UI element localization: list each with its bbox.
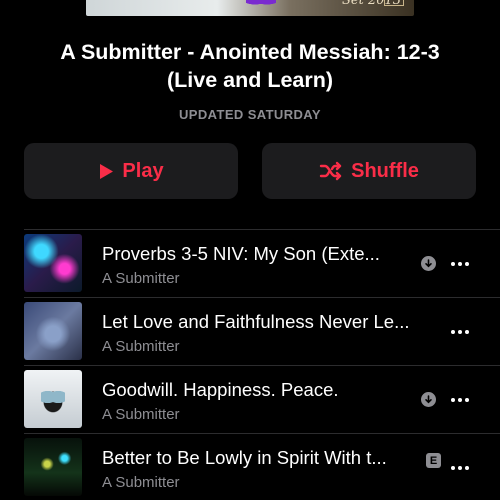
playlist-title: A Submitter - Anointed Messiah: 12-3 (Li… — [20, 38, 480, 94]
track-title: Let Love and Faithfulness Never Le... — [102, 311, 410, 332]
track-title: Goodwill. Happiness. Peace. — [102, 379, 339, 400]
track-row[interactable]: Proverbs 3-5 NIV: My Son (Exte... A Subm… — [24, 230, 500, 297]
track-row[interactable]: Better to Be Lowly in Spirit With t... A… — [24, 434, 500, 500]
track-title: Proverbs 3-5 NIV: My Son (Exte... — [102, 243, 380, 264]
track-artist: A Submitter — [102, 474, 180, 491]
play-icon — [98, 163, 114, 180]
butterfly-image — [246, 0, 276, 8]
track-row[interactable]: Goodwill. Happiness. Peace. A Submitter — [24, 366, 500, 433]
shuffle-button[interactable]: Shuffle — [262, 143, 476, 199]
download-icon — [421, 256, 436, 271]
track-artist: A Submitter — [102, 338, 180, 355]
playlist-title-line1: A Submitter - Anointed Messiah: 12-3 — [60, 40, 440, 64]
shuffle-label: Shuffle — [351, 159, 419, 182]
play-button[interactable]: Play — [24, 143, 238, 199]
shuffle-icon — [319, 161, 343, 181]
play-label: Play — [122, 159, 164, 182]
more-options-icon[interactable] — [448, 388, 472, 412]
artwork-frame — [384, 0, 404, 6]
download-icon — [421, 392, 436, 407]
track-artist: A Submitter — [102, 406, 180, 423]
more-options-icon[interactable] — [448, 456, 472, 480]
track-artist: A Submitter — [102, 270, 180, 287]
more-options-icon[interactable] — [448, 320, 472, 344]
track-title: Better to Be Lowly in Spirit With t... — [102, 447, 387, 468]
updated-label: UPDATED SATURDAY — [179, 107, 321, 122]
track-artwork — [24, 438, 82, 496]
track-row[interactable]: Let Love and Faithfulness Never Le... A … — [24, 298, 500, 365]
track-artwork — [24, 370, 82, 428]
track-artwork — [24, 234, 82, 292]
more-options-icon[interactable] — [448, 252, 472, 276]
playlist-artwork: Set 2013 — [86, 0, 414, 16]
butterfly-image — [41, 388, 65, 408]
playlist-title-line2: (Live and Learn) — [166, 68, 334, 92]
track-list: Proverbs 3-5 NIV: My Son (Exte... A Subm… — [24, 229, 500, 500]
track-artwork — [24, 302, 82, 360]
explicit-badge: E — [426, 453, 441, 468]
